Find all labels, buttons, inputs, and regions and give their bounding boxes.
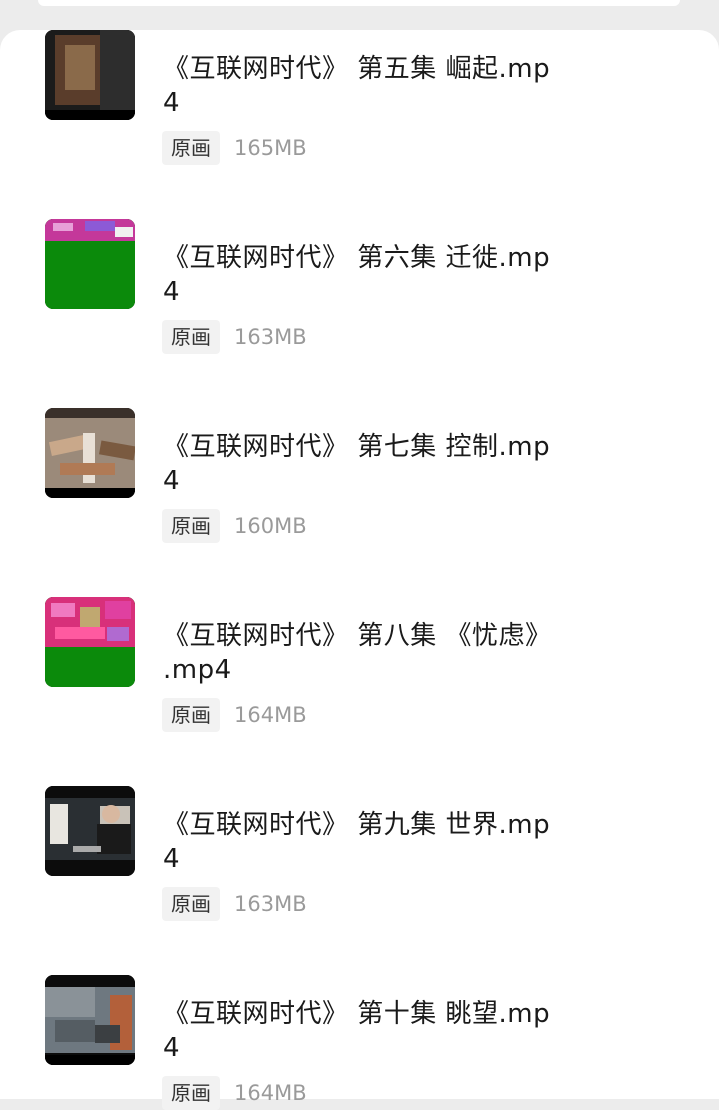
video-thumbnail-icon (45, 408, 135, 498)
quality-badge: 原画 (162, 509, 220, 543)
file-list-item[interactable]: 《互联网时代》 第十集 眺望.mp 4 原画 164MB (0, 945, 719, 1110)
quality-badge: 原画 (162, 320, 220, 354)
file-meta: 原画 164MB (162, 698, 307, 732)
file-title: 《互联网时代》 第五集 崛起.mp 4 (163, 54, 551, 118)
quality-badge: 原画 (162, 698, 220, 732)
file-meta: 原画 164MB (162, 1076, 307, 1110)
file-size: 163MB (234, 325, 307, 349)
quality-badge: 原画 (162, 887, 220, 921)
quality-badge: 原画 (162, 1076, 220, 1110)
file-meta: 原画 163MB (162, 887, 307, 921)
file-list-item[interactable]: 《互联网时代》 第九集 世界.mp 4 原画 163MB (0, 756, 719, 921)
video-thumbnail-icon (45, 219, 135, 309)
file-size: 164MB (234, 1081, 307, 1105)
video-thumbnail-icon (45, 597, 135, 687)
file-list-item[interactable]: 《互联网时代》 第七集 控制.mp 4 原画 160MB (0, 378, 719, 543)
file-title: 《互联网时代》 第六集 迁徙.mp 4 (163, 243, 551, 307)
file-list-item[interactable]: 《互联网时代》 第五集 崛起.mp 4 原画 165MB (0, 0, 719, 165)
video-thumbnail-icon (45, 975, 135, 1065)
file-title: 《互联网时代》 第十集 眺望.mp 4 (163, 999, 551, 1063)
file-size: 160MB (234, 514, 307, 538)
file-meta: 原画 165MB (162, 131, 307, 165)
file-list-item[interactable]: 《互联网时代》 第六集 迁徙.mp 4 原画 163MB (0, 189, 719, 354)
video-thumbnail-icon (45, 30, 135, 120)
video-thumbnail-icon (45, 786, 135, 876)
file-title: 《互联网时代》 第九集 世界.mp 4 (163, 810, 551, 874)
quality-badge: 原画 (162, 131, 220, 165)
file-size: 165MB (234, 136, 307, 160)
file-list-item[interactable]: 《互联网时代》 第八集 《忧虑》 .mp4 原画 164MB (0, 567, 719, 732)
file-meta: 原画 163MB (162, 320, 307, 354)
file-title: 《互联网时代》 第八集 《忧虑》 .mp4 (163, 621, 552, 685)
file-size: 163MB (234, 892, 307, 916)
file-title: 《互联网时代》 第七集 控制.mp 4 (163, 432, 551, 496)
file-meta: 原画 160MB (162, 509, 307, 543)
file-list-sheet: 《互联网时代》 第五集 崛起.mp 4 原画 165MB 《互联网时代》 第六集… (0, 30, 719, 1110)
file-size: 164MB (234, 703, 307, 727)
